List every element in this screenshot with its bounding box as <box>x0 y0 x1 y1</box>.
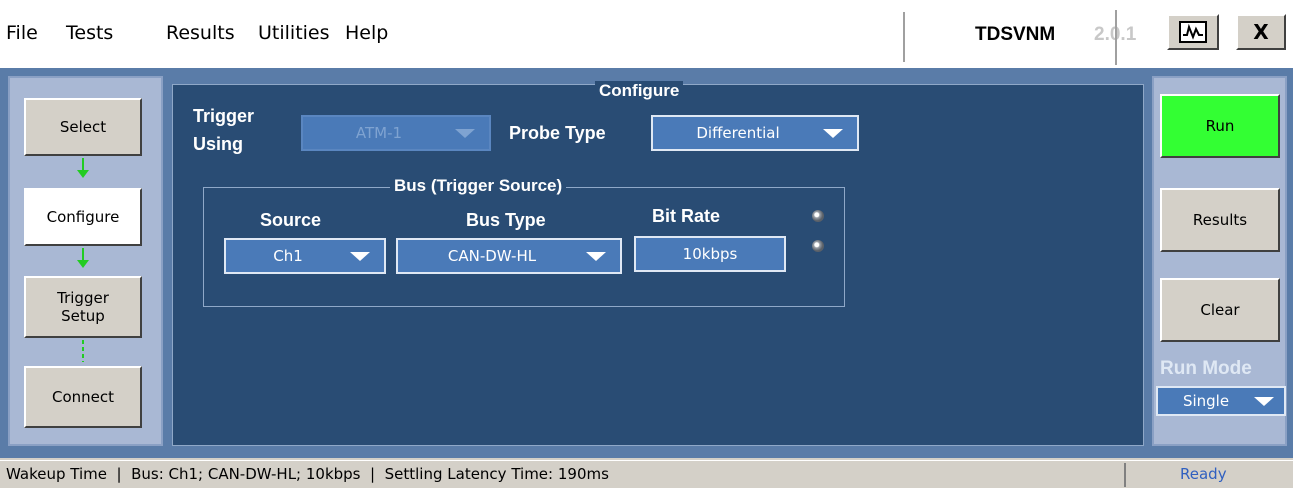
bit-rate-value: 10kbps <box>682 245 738 263</box>
nav-select-button[interactable]: Select <box>24 98 142 156</box>
bit-rate-field[interactable]: 10kbps <box>634 236 786 272</box>
menu-utilities[interactable]: Utilities <box>258 22 330 44</box>
chevron-down-icon <box>823 128 843 138</box>
results-button[interactable]: Results <box>1160 188 1280 252</box>
chevron-down-icon <box>350 251 370 261</box>
menu-bar: File Tests Results Utilities Help TDSVNM… <box>0 0 1293 70</box>
app-name: TDSVNM <box>975 24 1056 45</box>
close-icon: X <box>1253 20 1269 44</box>
bit-rate-label: Bit Rate <box>652 206 721 226</box>
configure-title: Configure <box>595 81 684 101</box>
flow-dashed-line <box>82 340 84 362</box>
run-mode-dropdown[interactable]: Single <box>1156 386 1286 416</box>
status-divider <box>1124 463 1126 487</box>
menu-file[interactable]: File <box>6 22 38 44</box>
chevron-down-icon <box>455 128 475 138</box>
probe-type-label: Probe Type <box>509 123 606 143</box>
probe-type-dropdown[interactable]: Differential <box>651 115 859 151</box>
scope-waveform-button[interactable] <box>1167 14 1219 50</box>
knob-up-icon[interactable] <box>812 210 824 222</box>
source-value: Ch1 <box>273 247 303 265</box>
bus-type-value: CAN-DW-HL <box>447 247 537 265</box>
configure-panel: Configure Trigger Using ATM-1 Probe Type… <box>172 81 1144 446</box>
nav-configure-button[interactable]: Configure <box>24 188 142 246</box>
app-window: File Tests Results Utilities Help TDSVNM… <box>0 0 1293 488</box>
nav-trigger-setup-button[interactable]: Trigger Setup <box>24 276 142 338</box>
status-ready: Ready <box>1180 465 1227 483</box>
scope-waveform-icon <box>1179 21 1207 43</box>
trigger-using-dropdown[interactable]: ATM-1 <box>301 115 491 151</box>
status-bar: Wakeup Time | Bus: Ch1; CAN-DW-HL; 10kbp… <box>0 460 1293 488</box>
flow-arrow-1-head <box>77 170 89 178</box>
bus-trigger-source-group: Bus (Trigger Source) Source Ch1 Bus Type… <box>203 176 845 307</box>
probe-type-value: Differential <box>696 124 780 142</box>
bus-type-dropdown[interactable]: CAN-DW-HL <box>396 238 622 274</box>
trigger-using-label: Trigger Using <box>193 106 255 154</box>
menu-tests[interactable]: Tests <box>66 22 113 44</box>
run-mode-label: Run Mode <box>1160 358 1252 379</box>
knob-down-icon[interactable] <box>812 240 824 252</box>
nav-connect-button[interactable]: Connect <box>24 366 142 428</box>
chevron-down-icon <box>1254 396 1274 406</box>
source-label: Source <box>260 210 322 230</box>
close-button[interactable]: X <box>1236 14 1286 50</box>
bus-type-label: Bus Type <box>466 210 546 230</box>
chevron-down-icon <box>586 251 606 261</box>
main-area: Select Configure Trigger Setup Connect C… <box>0 68 1293 458</box>
run-button[interactable]: Run <box>1160 94 1280 158</box>
clear-button[interactable]: Clear <box>1160 278 1280 342</box>
menu-divider <box>903 12 905 62</box>
menu-help[interactable]: Help <box>345 22 388 44</box>
trigger-using-value: ATM-1 <box>355 124 403 142</box>
status-text: Wakeup Time | Bus: Ch1; CAN-DW-HL; 10kbp… <box>6 465 609 483</box>
menu-results[interactable]: Results <box>166 22 235 44</box>
source-dropdown[interactable]: Ch1 <box>224 238 386 274</box>
run-mode-value: Single <box>1182 392 1230 410</box>
menu-divider-2 <box>1115 10 1117 65</box>
flow-arrow-2-head <box>77 260 89 268</box>
bus-group-title: Bus (Trigger Source) <box>390 176 567 196</box>
